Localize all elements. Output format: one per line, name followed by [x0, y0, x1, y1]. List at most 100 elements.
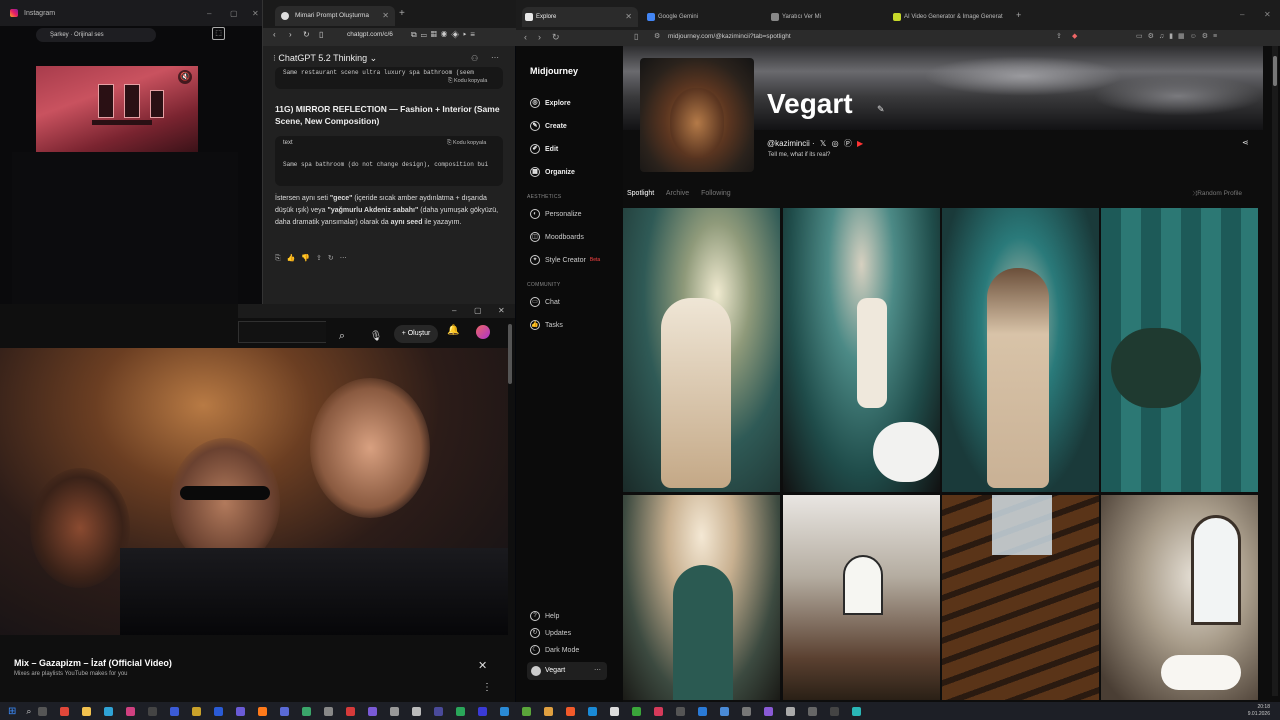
photoshop-icon[interactable] [213, 706, 223, 716]
app-icon[interactable] [455, 706, 465, 716]
grid-image[interactable] [1101, 208, 1258, 492]
new-tab-icon[interactable]: + [399, 8, 405, 19]
grid-image[interactable] [623, 208, 780, 492]
sidebar-item-moodboards[interactable]: ◫ Moodboards [530, 232, 584, 242]
close-icon[interactable]: ✕ [498, 306, 505, 315]
maximize-icon[interactable]: ▢ [230, 9, 238, 18]
tab-archive[interactable]: Archive [666, 190, 689, 197]
thumbs-up-icon[interactable]: 👍 [287, 255, 302, 262]
scrollbar[interactable] [508, 324, 512, 384]
app-icon[interactable] [103, 706, 113, 716]
reel-thumbnail[interactable] [36, 66, 198, 152]
premiere-icon[interactable] [235, 706, 245, 716]
share-user-icon[interactable]: ⚇ [471, 54, 478, 63]
app-icon[interactable] [477, 706, 487, 716]
regenerate-icon[interactable]: ↻ [328, 255, 340, 262]
grid-image[interactable] [623, 495, 780, 700]
video-player[interactable] [0, 348, 508, 635]
shield-icon[interactable]: ◆ [1072, 32, 1077, 40]
video-title[interactable]: Mix – Gazapizm – İzaf (Official Video) [14, 658, 172, 668]
close-icon[interactable]: ✕ [1264, 10, 1271, 19]
expand-icon[interactable]: ⬚ [212, 27, 225, 40]
app-icon[interactable] [763, 706, 773, 716]
sidebar-item-organize[interactable]: ▦ Organize [530, 167, 575, 177]
sidebar-item-dark-mode[interactable]: ☾ Dark Mode [530, 645, 579, 655]
start-icon[interactable]: ⊞ [8, 706, 16, 717]
scrollbar[interactable] [1272, 46, 1278, 696]
new-tab-icon[interactable]: + [1016, 10, 1021, 20]
app-icon[interactable] [851, 706, 861, 716]
site-info-icon[interactable]: ⚙ [654, 32, 660, 40]
vscode-icon[interactable] [697, 706, 707, 716]
forward-icon[interactable]: › [538, 32, 541, 42]
tab-gemini[interactable]: Google Gemini [644, 7, 762, 27]
app-icon[interactable] [675, 706, 685, 716]
x-icon[interactable]: 𝕏 [820, 139, 826, 148]
youtube-icon[interactable]: ▶ [857, 139, 863, 148]
more-icon[interactable]: ⋮ [482, 682, 492, 693]
mute-icon[interactable]: 🔇 [178, 70, 192, 84]
sidebar-item-edit[interactable]: ✐ Edit [530, 144, 558, 154]
grid-image[interactable] [783, 495, 940, 700]
close-icon[interactable]: ✕ [252, 9, 259, 18]
reload-icon[interactable]: ↻ [552, 32, 560, 43]
user-menu[interactable]: Vegart ⋯ [527, 662, 607, 680]
search-icon[interactable]: ⌕ [330, 325, 354, 347]
app-icon[interactable] [807, 706, 817, 716]
app-icon[interactable] [301, 706, 311, 716]
tab-spotlight[interactable]: Spotlight [627, 190, 654, 197]
more-icon[interactable]: ⋯ [491, 53, 499, 62]
audio-label[interactable]: Şarkey · Orijinal ses [36, 28, 156, 42]
app-icon[interactable] [741, 706, 751, 716]
sidebar-item-help[interactable]: ? Help [530, 611, 559, 621]
sidebar-item-explore[interactable]: ◎ Explore [530, 98, 571, 108]
app-icon[interactable] [719, 706, 729, 716]
forward-icon[interactable]: › [289, 30, 292, 39]
tab-mimari-prompt[interactable]: Mimari Prompt Oluşturma ✕ [275, 6, 395, 26]
app-icon[interactable] [543, 706, 553, 716]
extension-icons[interactable]: ⧉▭▦◉◈▸≡ [411, 30, 479, 40]
tab-close-icon[interactable]: ✕ [625, 7, 632, 27]
back-icon[interactable]: ‹ [273, 30, 276, 39]
sidebar-item-personalize[interactable]: ◐ Personalize [530, 209, 582, 219]
app-icon[interactable] [785, 706, 795, 716]
app-icon[interactable] [191, 706, 201, 716]
grid-image[interactable] [942, 495, 1099, 700]
chrome-icon[interactable] [565, 706, 575, 716]
bookmark-icon[interactable]: ▯ [634, 32, 638, 41]
pinterest-icon[interactable]: Ⓟ [844, 139, 852, 148]
bookmark-icon[interactable]: ▯ [319, 30, 323, 39]
edit-name-icon[interactable]: ✎ [877, 104, 885, 115]
brand-logo[interactable]: Midjourney [530, 66, 578, 76]
app-icon[interactable] [499, 706, 509, 716]
avatar[interactable] [476, 325, 490, 339]
grid-image[interactable] [783, 208, 940, 492]
create-button[interactable]: + Oluştur [394, 325, 438, 343]
search-input[interactable] [238, 321, 326, 343]
brave-icon[interactable] [59, 706, 69, 716]
minimize-icon[interactable]: – [1240, 10, 1244, 19]
sidebar-item-style-creator[interactable]: ✦ Style Creator Beta [530, 255, 600, 265]
share-icon[interactable]: ⋖ [1242, 138, 1249, 147]
folder-icon[interactable] [81, 706, 91, 716]
instagram-icon[interactable]: ◎ [832, 139, 839, 148]
thumbs-down-icon[interactable]: 👎 [301, 255, 316, 262]
task-view-icon[interactable] [37, 706, 47, 716]
copy-icon[interactable]: ⎘ [275, 255, 287, 262]
minimize-icon[interactable]: – [207, 9, 211, 18]
search-icon[interactable]: ⌕ [26, 706, 31, 717]
grid-image[interactable] [1101, 495, 1258, 700]
app-icon[interactable] [433, 706, 443, 716]
mic-icon[interactable]: 🎙 [366, 325, 386, 347]
app-icon[interactable] [653, 706, 663, 716]
scrollbar-thumb[interactable] [1273, 56, 1277, 86]
tab-following[interactable]: Following [701, 190, 731, 197]
sidebar-item-updates[interactable]: ↻ Updates [530, 628, 571, 638]
random-profile-button[interactable]: ⤨Random Profile [1192, 190, 1242, 198]
close-icon[interactable]: ✕ [478, 659, 487, 672]
edge-icon[interactable] [587, 706, 597, 716]
app-icon[interactable] [411, 706, 421, 716]
address-bar[interactable]: midjourney.com/@kazimincii?tab=spotlight [668, 33, 791, 40]
sidebar-item-chat[interactable]: ▭ Chat [530, 297, 560, 307]
share-page-icon[interactable]: ⇪ [1056, 32, 1062, 40]
